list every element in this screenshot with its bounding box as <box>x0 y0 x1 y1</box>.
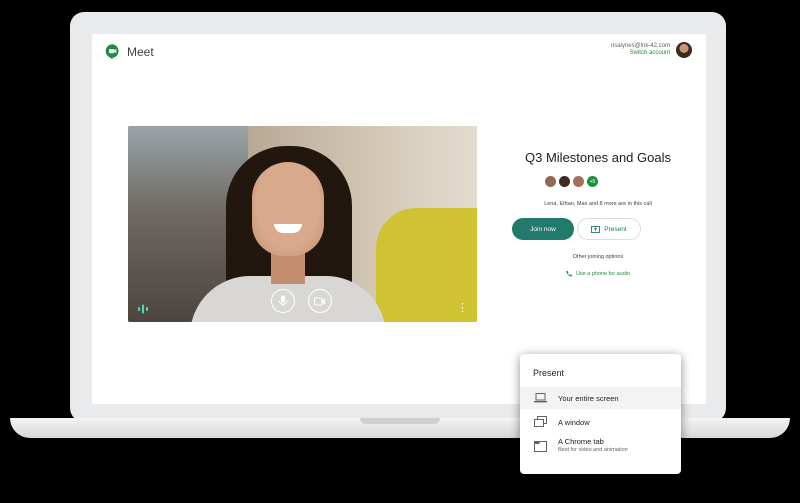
join-now-button[interactable]: Join now <box>512 218 574 240</box>
participant-avatars: +5 <box>545 176 598 187</box>
camera-icon <box>314 297 325 305</box>
video-preview: ⋮ <box>128 126 477 322</box>
participant-avatar <box>545 176 556 187</box>
switch-account-link[interactable]: Switch account <box>611 50 670 58</box>
present-chrome-tab-item[interactable]: A Chrome tab Best for video and animatio… <box>520 435 681 463</box>
window-icon <box>534 416 547 427</box>
audio-level-icon <box>138 304 148 314</box>
participants-more-badge: +5 <box>587 176 598 187</box>
phone-audio-label: Use a phone for audio <box>575 270 631 277</box>
other-joining-options: Other joining options <box>572 254 624 260</box>
present-menu-item-text: A Chrome tab Best for video and animatio… <box>558 437 628 454</box>
present-menu-item-label: A window <box>558 418 590 427</box>
participant-avatar <box>559 176 570 187</box>
present-button[interactable]: Present <box>577 218 641 240</box>
phone-audio-link[interactable]: Use a phone for audio <box>508 270 688 277</box>
camera-toggle-button[interactable] <box>308 289 332 313</box>
present-menu: Present Your entire screen A window A Ch… <box>520 354 681 474</box>
account-area: risalynes@lnk-42.com Switch account <box>611 42 692 58</box>
account-email: risalynes@lnk-42.com <box>610 42 670 49</box>
present-entire-screen-item[interactable]: Your entire screen <box>520 387 681 409</box>
account-avatar[interactable] <box>676 42 692 58</box>
video-person-face <box>252 162 324 256</box>
microphone-icon <box>278 295 288 307</box>
laptop-icon <box>534 393 547 403</box>
participant-avatar <box>573 176 584 187</box>
laptop-base-notch <box>360 418 440 424</box>
present-window-item[interactable]: A window <box>520 411 681 433</box>
meeting-title: Q3 Milestones and Goals <box>525 150 671 165</box>
present-menu-item-sub: Best for video and animation <box>558 446 628 453</box>
present-menu-heading: Present <box>533 368 565 378</box>
in-call-status: Lena, Ethan, Max and 8 more are in this … <box>544 201 652 207</box>
meet-screen: Meet risalynes@lnk-42.com Switch account <box>92 34 706 404</box>
browser-tab-icon <box>534 441 547 452</box>
present-menu-item-label: Your entire screen <box>558 394 619 403</box>
more-options-icon[interactable]: ⋮ <box>457 303 468 314</box>
present-button-label: Present <box>604 225 627 233</box>
app-name: Meet <box>127 44 154 59</box>
microphone-toggle-button[interactable] <box>271 289 295 313</box>
phone-icon <box>566 270 573 277</box>
meet-logo-icon <box>105 44 119 60</box>
present-menu-item-label: A Chrome tab <box>558 437 604 446</box>
meet-brand[interactable]: Meet <box>104 43 154 60</box>
present-screen-icon <box>591 225 601 233</box>
